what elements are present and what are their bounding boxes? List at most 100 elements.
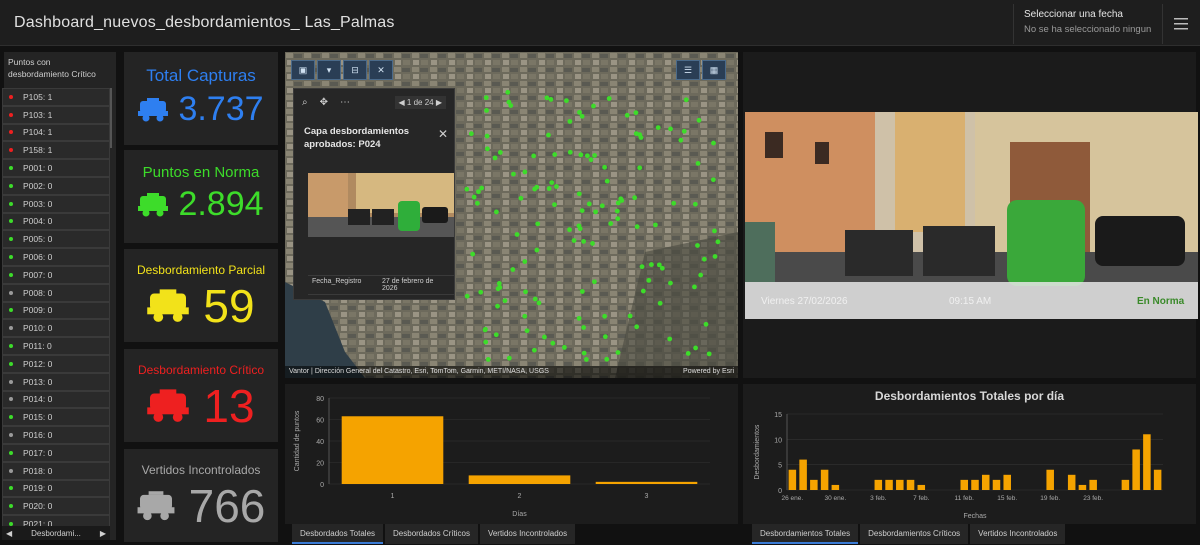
map-point[interactable] — [534, 247, 540, 253]
chevron-right-icon[interactable]: ▶ — [100, 529, 106, 538]
map-point[interactable] — [576, 315, 582, 321]
map-point[interactable] — [471, 194, 477, 200]
list-scrollbar[interactable] — [110, 88, 112, 148]
map-point[interactable] — [531, 153, 537, 159]
bar[interactable] — [874, 479, 883, 490]
map-point[interactable] — [522, 169, 528, 175]
list-item[interactable]: P007: 0 — [2, 265, 110, 284]
bar[interactable] — [341, 416, 444, 484]
map-point[interactable] — [495, 303, 500, 309]
list-item[interactable]: P020: 0 — [2, 497, 110, 516]
map-point[interactable] — [586, 201, 592, 207]
map-point[interactable] — [532, 296, 538, 302]
bar[interactable] — [885, 479, 893, 490]
map-point[interactable] — [698, 272, 704, 278]
list-tab[interactable]: Desbordami... — [31, 529, 81, 538]
grid-view-icon[interactable]: ▦ — [702, 60, 726, 80]
map-point[interactable] — [523, 289, 528, 295]
map-point[interactable] — [604, 356, 610, 362]
list-view-icon[interactable]: ☰ — [676, 60, 700, 80]
map-point[interactable] — [506, 99, 512, 105]
bar[interactable] — [595, 481, 698, 484]
chevron-left-icon[interactable]: ◀ — [6, 529, 12, 538]
map-point[interactable] — [678, 137, 684, 143]
map-point[interactable] — [493, 332, 499, 338]
map-point[interactable] — [483, 339, 489, 345]
bar[interactable] — [971, 479, 979, 490]
list-item[interactable]: P005: 0 — [2, 230, 110, 249]
map-point[interactable] — [579, 113, 585, 119]
map-point[interactable] — [646, 277, 652, 283]
menu-button[interactable] — [1162, 4, 1198, 44]
map-point[interactable] — [715, 239, 721, 245]
map-point[interactable] — [701, 256, 707, 262]
map-point[interactable] — [549, 180, 555, 186]
layer-selector-button[interactable]: ▣ — [291, 60, 315, 80]
map-point[interactable] — [712, 254, 718, 259]
map-point[interactable] — [602, 334, 608, 340]
move-icon[interactable]: ✥ — [320, 97, 328, 108]
map-point[interactable] — [484, 146, 490, 152]
map-point[interactable] — [695, 243, 700, 248]
map-point[interactable] — [668, 280, 673, 286]
bar[interactable] — [992, 479, 1001, 490]
map-point[interactable] — [522, 313, 528, 319]
map-point[interactable] — [634, 324, 640, 330]
map-point[interactable] — [711, 140, 716, 146]
bar[interactable] — [896, 479, 904, 490]
map-point[interactable] — [464, 293, 470, 299]
map-point[interactable] — [571, 238, 577, 243]
map-point[interactable] — [712, 228, 717, 234]
map-point[interactable] — [579, 289, 585, 294]
map-point[interactable] — [618, 196, 624, 202]
map-point[interactable] — [637, 165, 643, 171]
map-point[interactable] — [506, 355, 512, 361]
map-point[interactable] — [615, 216, 621, 222]
map-point[interactable] — [470, 251, 476, 257]
bar[interactable] — [1153, 469, 1162, 490]
map-point[interactable] — [632, 195, 638, 201]
bar[interactable] — [1078, 484, 1087, 490]
bar[interactable] — [1003, 474, 1011, 490]
list-item[interactable]: P019: 0 — [2, 479, 110, 498]
map-point[interactable] — [633, 131, 639, 137]
list-item[interactable]: P012: 0 — [2, 354, 110, 373]
list-item[interactable]: P002: 0 — [2, 176, 110, 195]
bar[interactable] — [820, 469, 829, 490]
list-item[interactable]: P010: 0 — [2, 319, 110, 338]
list-item[interactable]: P016: 0 — [2, 426, 110, 444]
map-point[interactable] — [482, 327, 488, 333]
map-point[interactable] — [576, 191, 582, 197]
tab-vertidos-incontrolados-2[interactable]: Vertidos Incontrolados — [970, 524, 1066, 544]
map-point[interactable] — [478, 289, 484, 295]
map-point[interactable] — [657, 300, 663, 306]
map-point[interactable] — [554, 184, 559, 189]
map-point[interactable] — [483, 95, 489, 101]
list-item[interactable]: P003: 0 — [2, 194, 110, 213]
tab-desbordamientos-criticos[interactable]: Desbordamientos Críticos — [860, 524, 969, 544]
map-point[interactable] — [578, 152, 584, 158]
bar[interactable] — [981, 474, 990, 490]
map-point[interactable] — [649, 262, 654, 267]
map-point[interactable] — [567, 119, 573, 124]
date-selector[interactable]: Seleccionar una fecha No se ha seleccion… — [1013, 4, 1161, 44]
map-point[interactable] — [581, 350, 587, 356]
map-point[interactable] — [544, 95, 550, 101]
map-point[interactable] — [710, 177, 716, 183]
map-point[interactable] — [667, 336, 673, 342]
map-point[interactable] — [484, 133, 490, 139]
list-item[interactable]: P015: 0 — [2, 408, 110, 427]
map-point[interactable] — [604, 178, 610, 184]
map-point[interactable] — [638, 135, 644, 140]
map-point[interactable] — [502, 298, 508, 304]
map-point[interactable] — [627, 313, 633, 319]
map-point[interactable] — [581, 325, 587, 330]
map-point[interactable] — [464, 186, 470, 192]
map-point[interactable] — [579, 208, 585, 214]
map-point[interactable] — [505, 89, 511, 95]
list-item[interactable]: P017: 0 — [2, 443, 110, 462]
map-point[interactable] — [518, 195, 524, 201]
tab-vertidos-incontrolados[interactable]: Vertidos Incontrolados — [479, 524, 576, 544]
list-item[interactable]: P158: 1 — [2, 141, 110, 160]
map-point[interactable] — [593, 209, 598, 215]
